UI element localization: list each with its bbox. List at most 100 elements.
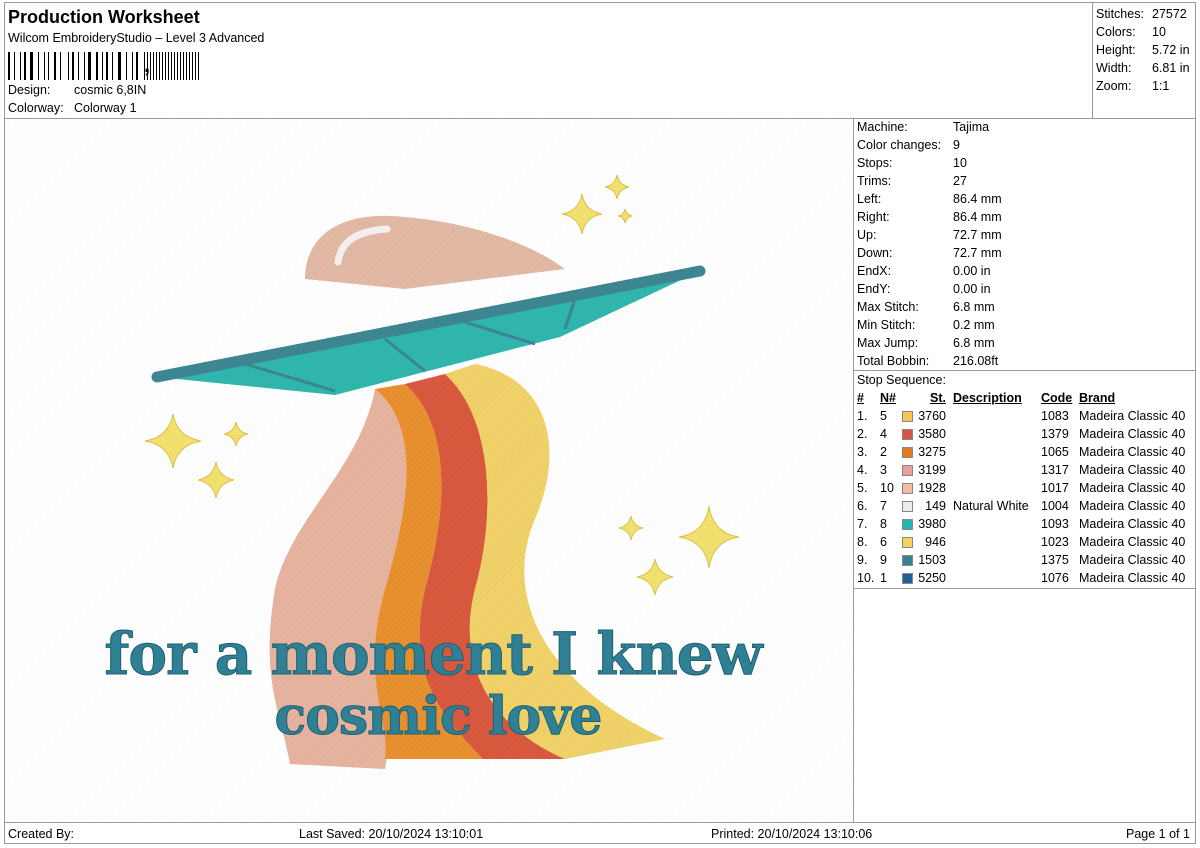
barcode-bar bbox=[136, 52, 138, 80]
stop-sequence-title: Stop Sequence: bbox=[857, 373, 946, 387]
total-bobbin-label: Total Bobbin: bbox=[857, 354, 930, 368]
barcode-bar bbox=[192, 52, 193, 80]
barcode-bar bbox=[88, 52, 91, 80]
barcode-bar bbox=[84, 52, 85, 80]
barcode-bar bbox=[8, 52, 10, 80]
color-swatch bbox=[902, 447, 913, 458]
stops-label: Stops: bbox=[857, 156, 893, 170]
stop-cell-brand: Madeira Classic 40 bbox=[1079, 481, 1186, 495]
barcode-bar bbox=[68, 52, 69, 80]
page-title: Production Worksheet bbox=[8, 7, 200, 27]
stat-width-value: 6.81 in bbox=[1152, 61, 1190, 75]
barcode-bar bbox=[177, 52, 178, 80]
stat-height-value: 5.72 in bbox=[1152, 43, 1190, 57]
stop-cell-num: 2. bbox=[857, 427, 868, 441]
stop-cell-num: 10. bbox=[857, 571, 875, 585]
footer-created-by: Created By: bbox=[8, 827, 75, 841]
left-value: 86.4 mm bbox=[953, 192, 1002, 206]
stop-cell-n: 7 bbox=[880, 499, 887, 513]
stop-cell-n: 6 bbox=[880, 535, 887, 549]
design-artwork: for a moment I knew cosmic love bbox=[5, 119, 853, 822]
barcode-bar bbox=[24, 52, 26, 80]
barcode-bar bbox=[150, 52, 151, 80]
stat-colors-value: 10 bbox=[1152, 25, 1166, 39]
stat-width-label: Width: bbox=[1096, 61, 1132, 75]
color-swatch bbox=[902, 483, 913, 494]
barcode-bar bbox=[195, 52, 196, 80]
right-value: 86.4 mm bbox=[953, 210, 1002, 224]
barcode-bar bbox=[38, 52, 39, 80]
design-label: Design: bbox=[8, 83, 51, 97]
stop-cell-num: 3. bbox=[857, 445, 868, 459]
barcode-bar bbox=[30, 52, 33, 80]
stop-cell-num: 5. bbox=[857, 481, 868, 495]
stop-cell-brand: Madeira Classic 40 bbox=[1079, 535, 1186, 549]
barcode-bar bbox=[159, 52, 160, 80]
barcode-bar bbox=[118, 52, 121, 80]
stat-zoom-value: 1:1 bbox=[1152, 79, 1170, 93]
footer-last-saved: Last Saved: 20/10/2024 13:10:01 bbox=[299, 827, 484, 841]
stop-cell-brand: Madeira Classic 40 bbox=[1079, 499, 1186, 513]
stop-cell-brand: Madeira Classic 40 bbox=[1079, 409, 1186, 423]
barcode-bar bbox=[112, 52, 113, 80]
stop-cell-brand: Madeira Classic 40 bbox=[1079, 571, 1186, 585]
col-header-brand: Brand bbox=[1079, 391, 1116, 405]
design-value: cosmic 6,8IN bbox=[74, 83, 147, 97]
barcode-bar bbox=[78, 52, 79, 80]
stop-cell-st: 946 bbox=[925, 535, 946, 549]
footer-frame bbox=[4, 822, 1196, 844]
trims-value: 27 bbox=[953, 174, 967, 188]
max-stitch-value: 6.8 mm bbox=[953, 300, 995, 314]
stop-cell-code: 1065 bbox=[1041, 445, 1069, 459]
barcode-bar bbox=[60, 52, 61, 80]
barcode-bar bbox=[180, 52, 181, 80]
footer-printed: Printed: 20/10/2024 13:10:06 bbox=[711, 827, 873, 841]
stop-cell-num: 7. bbox=[857, 517, 868, 531]
stop-cell-num: 8. bbox=[857, 535, 868, 549]
right-label: Right: bbox=[857, 210, 890, 224]
barcode-bar bbox=[72, 52, 74, 80]
stat-zoom-label: Zoom: bbox=[1096, 79, 1132, 93]
stop-cell-description: Natural White bbox=[953, 499, 1029, 513]
col-header-st: St. bbox=[930, 391, 946, 405]
footer-page: Page 1 of 1 bbox=[1126, 827, 1190, 841]
barcode-bar bbox=[54, 52, 56, 80]
barcode-bar bbox=[44, 52, 45, 80]
stat-height-label: Height: bbox=[1096, 43, 1136, 57]
endx-label: EndX: bbox=[857, 264, 892, 278]
stop-cell-n: 8 bbox=[880, 517, 887, 531]
max-stitch-label: Max Stitch: bbox=[857, 300, 919, 314]
stop-cell-code: 1076 bbox=[1041, 571, 1069, 585]
color-swatch bbox=[902, 573, 913, 584]
stop-cell-code: 1093 bbox=[1041, 517, 1069, 531]
barcode-bar bbox=[48, 52, 49, 80]
stop-cell-num: 6. bbox=[857, 499, 868, 513]
stop-cell-st: 3760 bbox=[918, 409, 946, 423]
color-swatch bbox=[902, 501, 913, 512]
stop-cell-st: 3199 bbox=[918, 463, 946, 477]
design-text-line-2: cosmic love bbox=[275, 686, 602, 747]
stop-cell-n: 1 bbox=[880, 571, 887, 585]
stop-cell-n: 3 bbox=[880, 463, 887, 477]
color-swatch bbox=[902, 411, 913, 422]
barcode-bar bbox=[156, 52, 157, 80]
barcode-bar bbox=[96, 52, 98, 80]
stop-cell-n: 10 bbox=[880, 481, 894, 495]
barcode-bar bbox=[198, 52, 199, 80]
stop-cell-code: 1375 bbox=[1041, 553, 1069, 567]
barcode-bar bbox=[126, 52, 127, 80]
stop-cell-brand: Madeira Classic 40 bbox=[1079, 445, 1186, 459]
stop-cell-code: 1083 bbox=[1041, 409, 1069, 423]
color-swatch bbox=[902, 465, 913, 476]
col-header-description: Description bbox=[953, 391, 1022, 405]
left-label: Left: bbox=[857, 192, 882, 206]
barcode-bar bbox=[171, 52, 172, 80]
down-value: 72.7 mm bbox=[953, 246, 1002, 260]
trims-label: Trims: bbox=[857, 174, 892, 188]
machine-label: Machine: bbox=[857, 120, 908, 134]
stop-cell-st: 149 bbox=[925, 499, 946, 513]
barcode-bar bbox=[183, 52, 184, 80]
color-swatch bbox=[902, 555, 913, 566]
stop-cell-n: 4 bbox=[880, 427, 887, 441]
barcode-bar bbox=[162, 52, 163, 80]
